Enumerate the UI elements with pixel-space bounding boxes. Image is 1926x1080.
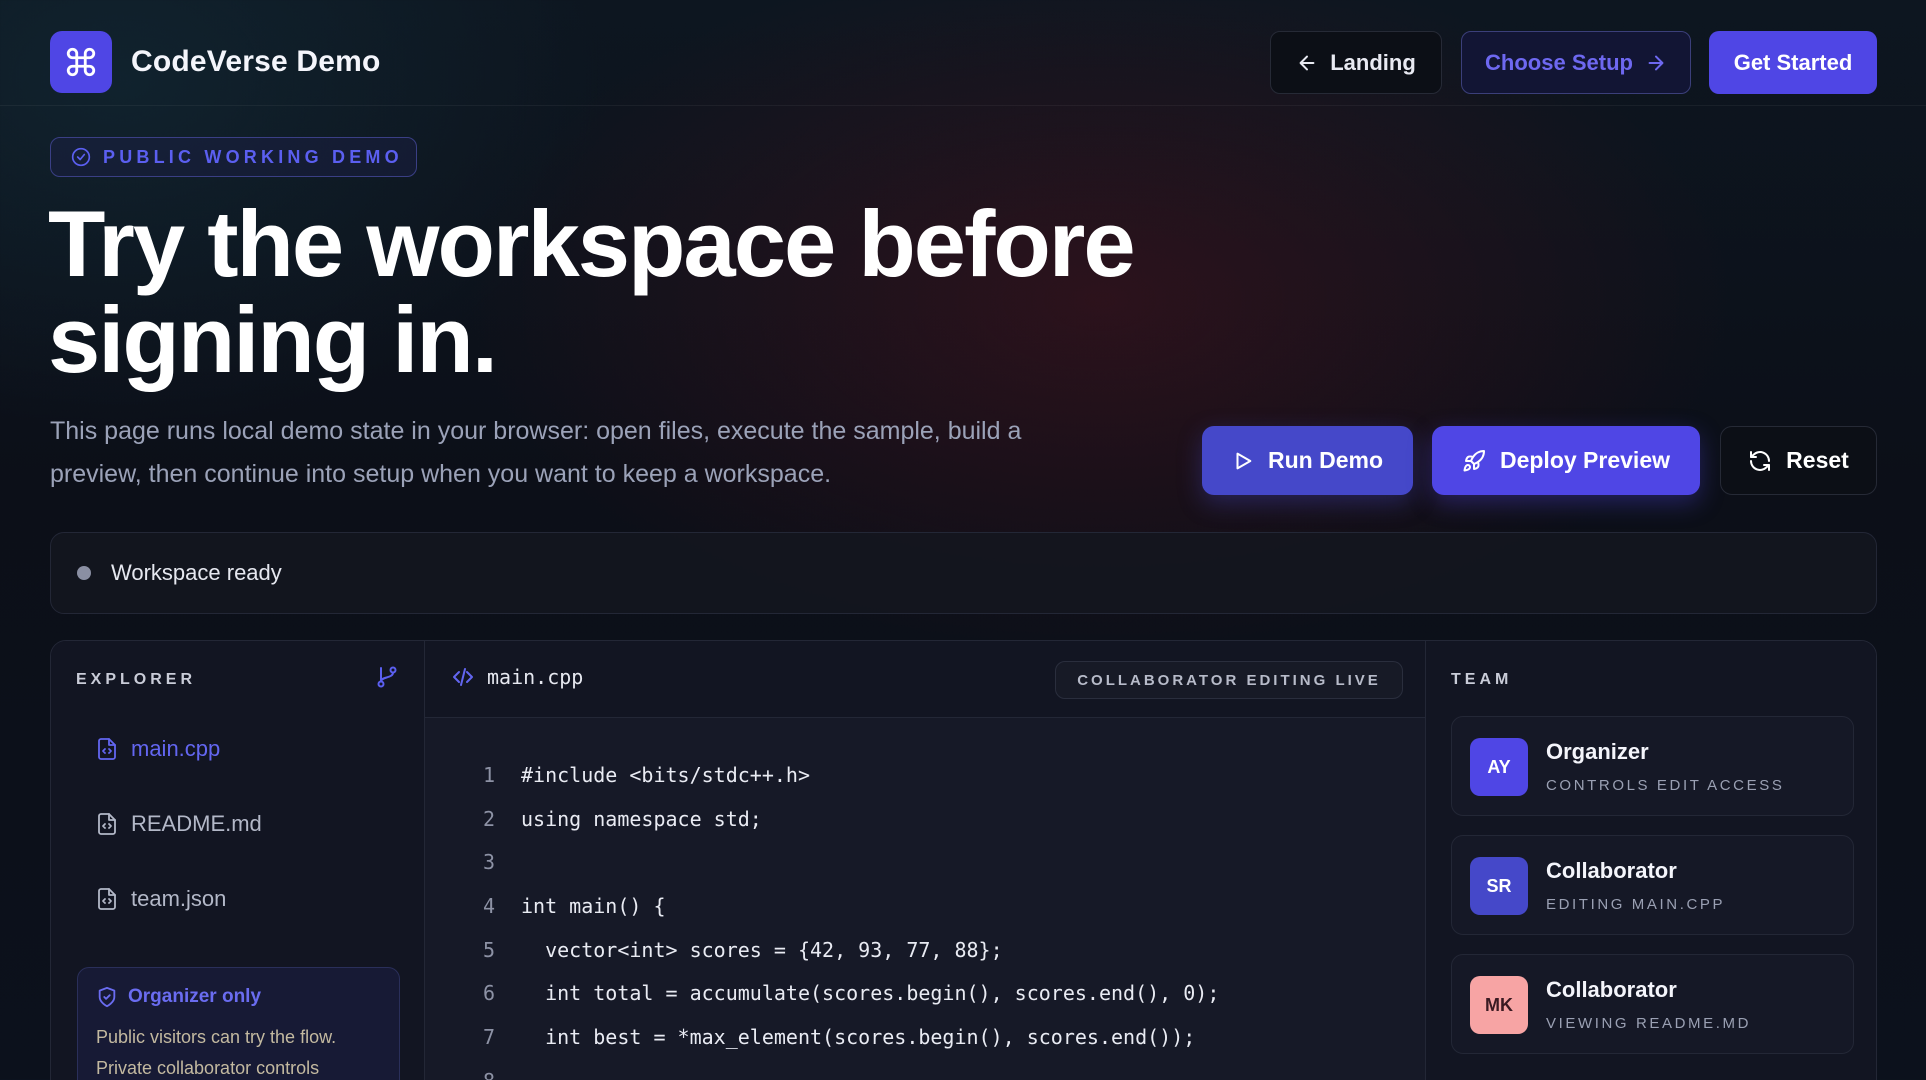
- code-line: 2 using namespace std;: [425, 797, 1425, 841]
- title-line-2: signing in.: [48, 287, 498, 392]
- subtitle-line-2: preview, then continue into setup when y…: [50, 460, 832, 488]
- explorer-heading: EXPLORER: [76, 671, 197, 688]
- file-name: team.json: [131, 886, 227, 911]
- notice-line-1: Public visitors can try the flow.: [96, 1027, 337, 1047]
- editor-tab[interactable]: main.cpp: [451, 665, 583, 689]
- member-status: CONTROLS EDIT ACCESS: [1546, 777, 1785, 794]
- line-number: 2: [482, 806, 495, 831]
- notice-line-2: Private collaborator controls: [96, 1058, 320, 1078]
- team-member-card[interactable]: MK Collaborator VIEWING README.MD: [1451, 954, 1854, 1054]
- workspace-panel: EXPLORER main.cpp README.md team.json Or…: [50, 640, 1877, 1080]
- file-item-readme[interactable]: README.md: [95, 804, 262, 844]
- arrow-left-icon: [1296, 52, 1318, 74]
- shield-check-icon: [96, 986, 118, 1008]
- deploy-preview-button[interactable]: Deploy Preview: [1432, 426, 1700, 495]
- git-branch-icon[interactable]: [375, 665, 399, 689]
- page-title: Try the workspace before signing in.: [48, 196, 1268, 388]
- code-line: 1 #include <bits/stdc++.h>: [425, 753, 1425, 797]
- line-number: 7: [482, 1024, 495, 1049]
- member-status: VIEWING README.MD: [1546, 1015, 1752, 1032]
- member-role: Collaborator: [1546, 858, 1677, 883]
- team-panel: TEAM AY Organizer CONTROLS EDIT ACCESS S…: [1425, 641, 1876, 1080]
- code-icon: [451, 665, 475, 689]
- editor-header: main.cpp COLLABORATOR EDITING LIVE: [425, 641, 1425, 718]
- avatar: MK: [1470, 976, 1528, 1034]
- badge-label: PUBLIC WORKING DEMO: [103, 146, 403, 167]
- code-line: 3: [425, 840, 1425, 884]
- code-file-icon: [95, 887, 119, 911]
- file-item-team-json[interactable]: team.json: [95, 879, 226, 919]
- line-code: int main() {: [521, 893, 666, 918]
- code-line: 8: [425, 1059, 1425, 1080]
- line-number: 6: [482, 981, 495, 1006]
- page-subtitle: This page runs local demo state in your …: [50, 410, 1050, 496]
- line-code: int total = accumulate(scores.begin(), s…: [521, 981, 1220, 1006]
- run-demo-button[interactable]: Run Demo: [1202, 426, 1413, 495]
- editor-tab-label: main.cpp: [487, 665, 584, 689]
- avatar: SR: [1470, 857, 1528, 915]
- brand-name: CodeVerse Demo: [131, 45, 381, 78]
- line-code: #include <bits/stdc++.h>: [521, 762, 810, 787]
- command-icon: [64, 45, 98, 79]
- deploy-preview-label: Deploy Preview: [1499, 447, 1671, 473]
- member-role: Collaborator: [1546, 977, 1677, 1002]
- code-lines: 1 #include <bits/stdc++.h> 2 using namespa…: [425, 753, 1425, 1080]
- code-file-icon: [95, 737, 119, 761]
- landing-button[interactable]: Landing: [1270, 31, 1442, 94]
- choose-setup-label: Choose Setup: [1485, 49, 1633, 75]
- line-number: 4: [482, 893, 495, 918]
- member-role: Organizer: [1546, 739, 1649, 764]
- reset-label: Reset: [1786, 447, 1849, 473]
- code-line: 5 vector<int> scores = {42, 93, 77, 88};: [425, 928, 1425, 972]
- line-code: int best = *max_element(scores.begin(), …: [521, 1024, 1196, 1049]
- refresh-icon: [1748, 449, 1772, 473]
- avatar: AY: [1470, 738, 1528, 796]
- get-started-button[interactable]: Get Started: [1709, 31, 1877, 94]
- line-number: 8: [425, 1069, 521, 1080]
- team-member-card[interactable]: AY Organizer CONTROLS EDIT ACCESS: [1451, 716, 1854, 816]
- file-name: README.md: [131, 811, 262, 836]
- status-text: Workspace ready: [111, 560, 282, 585]
- file-item-main-cpp[interactable]: main.cpp: [95, 729, 220, 769]
- public-demo-badge: PUBLIC WORKING DEMO: [50, 137, 417, 177]
- choose-setup-button[interactable]: Choose Setup: [1461, 31, 1691, 94]
- code-editor[interactable]: main.cpp COLLABORATOR EDITING LIVE 1 #inc…: [425, 641, 1425, 1080]
- notice-title: Organizer only: [96, 986, 381, 1008]
- notice-title-text: Organizer only: [128, 986, 262, 1007]
- organizer-notice: Organizer only Public visitors can try t…: [77, 967, 400, 1080]
- landing-label: Landing: [1330, 49, 1416, 75]
- subtitle-line-1: This page runs local demo state in your …: [50, 417, 1022, 445]
- line-number: 5: [482, 937, 495, 962]
- logo[interactable]: [50, 31, 112, 93]
- line-code: vector<int> scores = {42, 93, 77, 88};: [521, 937, 1003, 962]
- file-name: main.cpp: [131, 736, 221, 761]
- top-header: CodeVerse Demo Landing Choose Setup Get …: [0, 0, 1926, 106]
- live-editing-badge: COLLABORATOR EDITING LIVE: [1055, 661, 1403, 699]
- notice-body: Public visitors can try the flow. Privat…: [96, 1022, 381, 1080]
- reset-button[interactable]: Reset: [1720, 426, 1877, 495]
- rocket-icon: [1462, 449, 1486, 473]
- code-line: 4 int main() {: [425, 884, 1425, 928]
- code-line: 6 int total = accumulate(scores.begin(),…: [425, 971, 1425, 1015]
- code-line: 7 int best = *max_element(scores.begin()…: [425, 1015, 1425, 1059]
- member-status: EDITING MAIN.CPP: [1546, 896, 1726, 913]
- status-indicator: [77, 566, 91, 580]
- team-member-card[interactable]: SR Collaborator EDITING MAIN.CPP: [1451, 835, 1854, 935]
- line-number: 1: [482, 762, 495, 787]
- title-line-1: Try the workspace before: [48, 191, 1136, 296]
- run-demo-label: Run Demo: [1268, 447, 1383, 473]
- explorer-panel: EXPLORER main.cpp README.md team.json Or…: [51, 641, 425, 1080]
- status-bar: Workspace ready: [50, 532, 1877, 614]
- team-heading: TEAM: [1451, 671, 1513, 688]
- check-circle-icon: [71, 147, 91, 167]
- code-file-icon: [95, 812, 119, 836]
- arrow-right-icon: [1645, 52, 1667, 74]
- line-code: using namespace std;: [521, 806, 762, 831]
- play-icon: [1232, 450, 1254, 472]
- line-number: 3: [482, 850, 495, 875]
